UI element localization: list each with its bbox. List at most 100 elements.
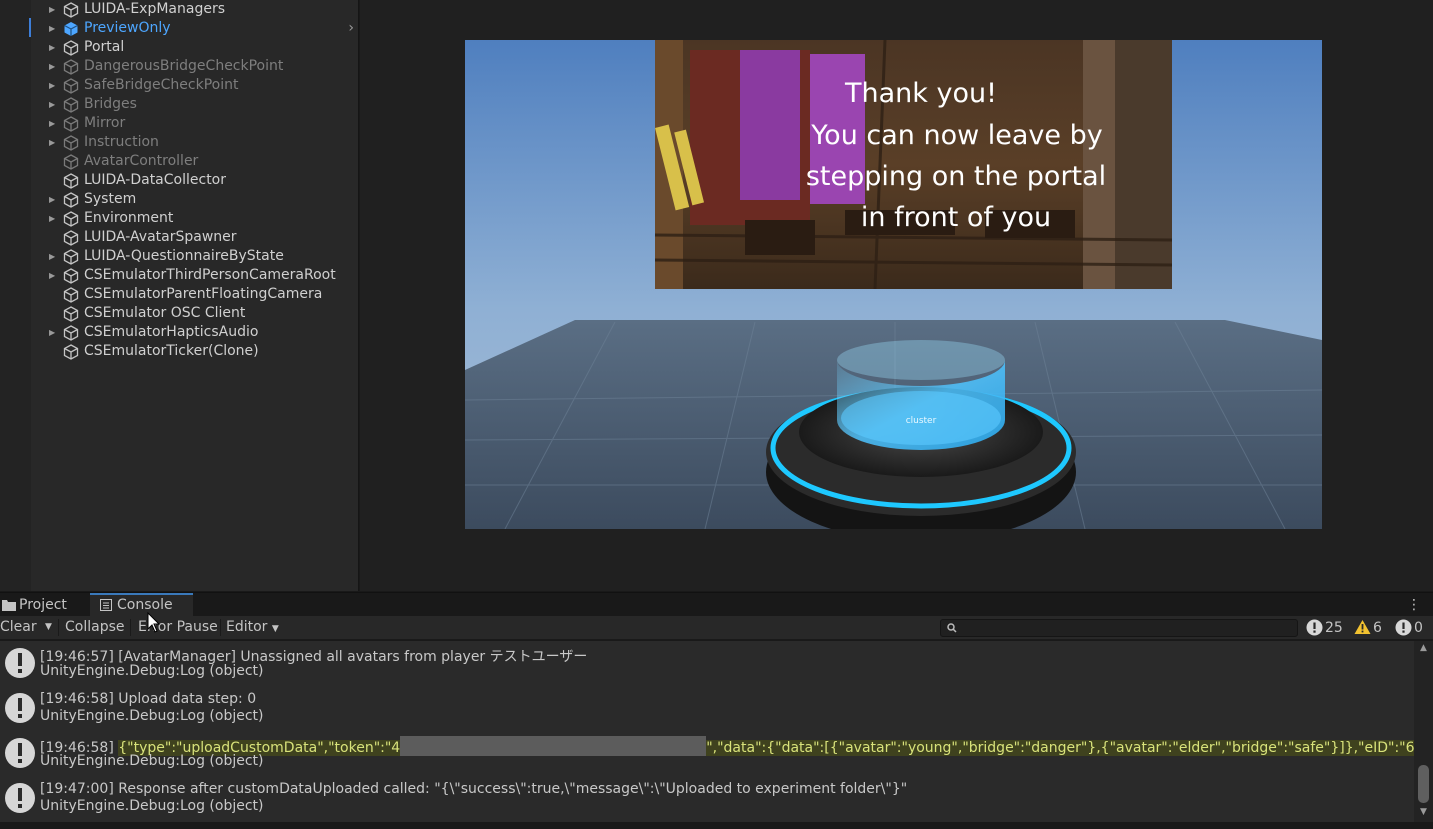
hierarchy-item[interactable]: ▶ LUIDA-QuestionnaireByState [31, 247, 358, 266]
console-icon [100, 599, 112, 611]
clear-options-dropdown[interactable]: ▼ [45, 616, 52, 639]
console-scrollbar[interactable]: ▲ ▼ [1414, 641, 1433, 822]
log-count: 25 [1325, 620, 1343, 636]
editor-dropdown[interactable]: Editor ▼ [226, 616, 279, 639]
hierarchy-item[interactable]: ▶ DangerousBridgeCheckPoint [31, 57, 358, 76]
gameobject-icon [63, 116, 79, 132]
expand-arrow-icon[interactable]: ▶ [49, 38, 59, 57]
error-count-toggle[interactable]: 0 [1395, 619, 1430, 637]
console-entry-message: [19:46:58] Upload data step: 0 [40, 691, 257, 707]
console-entry[interactable]: [19:47:00] Response after customDataUplo… [0, 776, 1414, 821]
collapse-button[interactable]: Collapse [65, 616, 125, 639]
tab-project[interactable]: Project [0, 593, 90, 617]
toolbar-separator [130, 619, 131, 636]
game-view[interactable]: Thank you! You can now leave by stepping… [465, 40, 1322, 529]
hierarchy-item[interactable]: ▶ Portal [31, 38, 358, 57]
message-line: Thank you! [844, 78, 997, 109]
hierarchy-item[interactable]: LUIDA-DataCollector [31, 171, 358, 190]
hierarchy-item[interactable]: ▶ LUIDA-ExpManagers [31, 0, 358, 19]
console-entry[interactable]: [19:46:58] Upload data step: 0 UnityEngi… [0, 686, 1414, 731]
expand-arrow-icon[interactable]: ▶ [49, 57, 59, 76]
console-search[interactable] [940, 619, 1298, 637]
panel-menu-icon[interactable]: ⋮ [1407, 593, 1421, 617]
editor-dropdown-label: Editor [226, 619, 268, 635]
expand-arrow-icon[interactable]: ▶ [49, 133, 59, 152]
hierarchy-item[interactable]: ▶ System [31, 190, 358, 209]
gameobject-icon [63, 154, 79, 170]
hierarchy-item[interactable]: ▶ Environment [31, 209, 358, 228]
expand-arrow-icon[interactable]: ▶ [49, 323, 59, 342]
console-entry-stack: UnityEngine.Debug:Log (object) [40, 798, 264, 814]
console-entry[interactable]: [19:46:58] {"type":"uploadCustomData","t… [0, 731, 1414, 776]
scene-view-area: Thank you! You can now leave by stepping… [360, 0, 1433, 591]
search-input[interactable] [963, 620, 1293, 636]
message-line: You can now leave by [810, 120, 1102, 151]
gameobject-icon [63, 40, 79, 56]
hierarchy-item[interactable]: CSEmulator OSC Client [31, 304, 358, 323]
toolbar-separator [58, 619, 59, 636]
redacted-token [400, 736, 707, 756]
gameobject-icon [63, 173, 79, 189]
hierarchy-item[interactable]: ▶ Instruction [31, 133, 358, 152]
expand-arrow-icon[interactable]: ▶ [49, 0, 59, 19]
hierarchy-item-label: SafeBridgeCheckPoint [84, 77, 239, 93]
expand-arrow-icon[interactable]: ▶ [49, 19, 59, 38]
gameobject-icon [63, 306, 79, 322]
expand-arrow-icon[interactable]: ▶ [49, 76, 59, 95]
hierarchy-item-label: CSEmulatorTicker(Clone) [84, 343, 259, 359]
hierarchy-item-label: CSEmulatorParentFloatingCamera [84, 286, 323, 302]
expand-arrow-icon[interactable]: ▶ [49, 266, 59, 285]
hierarchy-item[interactable]: ▶ Mirror [31, 114, 358, 133]
gameobject-icon [63, 59, 79, 75]
scroll-thumb[interactable] [1418, 765, 1429, 803]
gameobject-icon [63, 230, 79, 246]
game-view-render: Thank you! You can now leave by stepping… [465, 40, 1322, 529]
console-entry[interactable]: [19:46:57] [AvatarManager] Unassigned al… [0, 641, 1414, 686]
gameobject-icon [63, 2, 79, 18]
log-count-toggle[interactable]: 25 [1306, 619, 1348, 637]
scroll-down-icon[interactable]: ▼ [1418, 807, 1429, 817]
expand-arrow-icon[interactable]: ▶ [49, 190, 59, 209]
hierarchy-item-label: System [84, 191, 137, 207]
folder-icon [2, 600, 16, 611]
hierarchy-item-label: CSEmulatorHapticsAudio [84, 324, 259, 340]
expand-arrow-icon[interactable]: ▶ [49, 95, 59, 114]
search-icon [947, 623, 957, 633]
hierarchy-item[interactable]: ▶ CSEmulatorThirdPersonCameraRoot [31, 266, 358, 285]
hierarchy-item[interactable]: CSEmulatorParentFloatingCamera [31, 285, 358, 304]
hierarchy-item-label: PreviewOnly [84, 20, 171, 36]
message-line: in front of you [861, 202, 1051, 233]
console-entry-message: [19:47:00] Response after customDataUplo… [40, 781, 908, 797]
expand-arrow-icon[interactable]: ▶ [49, 247, 59, 266]
hierarchy-item[interactable]: ▶ CSEmulatorHapticsAudio [31, 323, 358, 342]
hierarchy-item[interactable]: CSEmulatorTicker(Clone) [31, 342, 358, 361]
scroll-up-icon[interactable]: ▲ [1418, 643, 1429, 653]
log-info-icon [5, 648, 35, 678]
hierarchy-item[interactable]: ▶ Bridges [31, 95, 358, 114]
hierarchy-item[interactable]: ▶ PreviewOnly › [31, 19, 358, 38]
console-log-list[interactable]: [19:46:57] [AvatarManager] Unassigned al… [0, 641, 1414, 822]
gameobject-icon [63, 21, 79, 37]
hierarchy-item-label: DangerousBridgeCheckPoint [84, 58, 284, 74]
expand-arrow-icon[interactable]: ▶ [49, 114, 59, 133]
gameobject-icon [63, 192, 79, 208]
error-count: 0 [1414, 620, 1423, 636]
hierarchy-item[interactable]: ▶ SafeBridgeCheckPoint [31, 76, 358, 95]
hierarchy-item-label: Environment [84, 210, 174, 226]
hierarchy-item-label: CSEmulator OSC Client [84, 305, 246, 321]
console-toolbar: Clear ▼ Collapse Error Pause Editor ▼ 25… [0, 616, 1433, 640]
warning-count-toggle[interactable]: 6 [1354, 619, 1392, 637]
log-info-icon [5, 693, 35, 723]
expand-arrow-icon[interactable]: ▶ [49, 209, 59, 228]
hierarchy-tree: ▶ LUIDA-ExpManagers ▶ PreviewOnly › ▶ Portal ▶ D… [31, 0, 358, 361]
hierarchy-item-label: LUIDA-QuestionnaireByState [84, 248, 284, 264]
clear-button[interactable]: Clear [0, 616, 37, 639]
gameobject-icon [63, 287, 79, 303]
chevron-right-icon[interactable]: › [348, 19, 354, 38]
hierarchy-item-label: LUIDA-DataCollector [84, 172, 227, 188]
hierarchy-item[interactable]: AvatarController [31, 152, 358, 171]
hierarchy-item[interactable]: LUIDA-AvatarSpawner [31, 228, 358, 247]
error-icon [1395, 619, 1412, 636]
tab-console[interactable]: Console [90, 593, 193, 617]
hierarchy-item-label: Bridges [84, 96, 137, 112]
